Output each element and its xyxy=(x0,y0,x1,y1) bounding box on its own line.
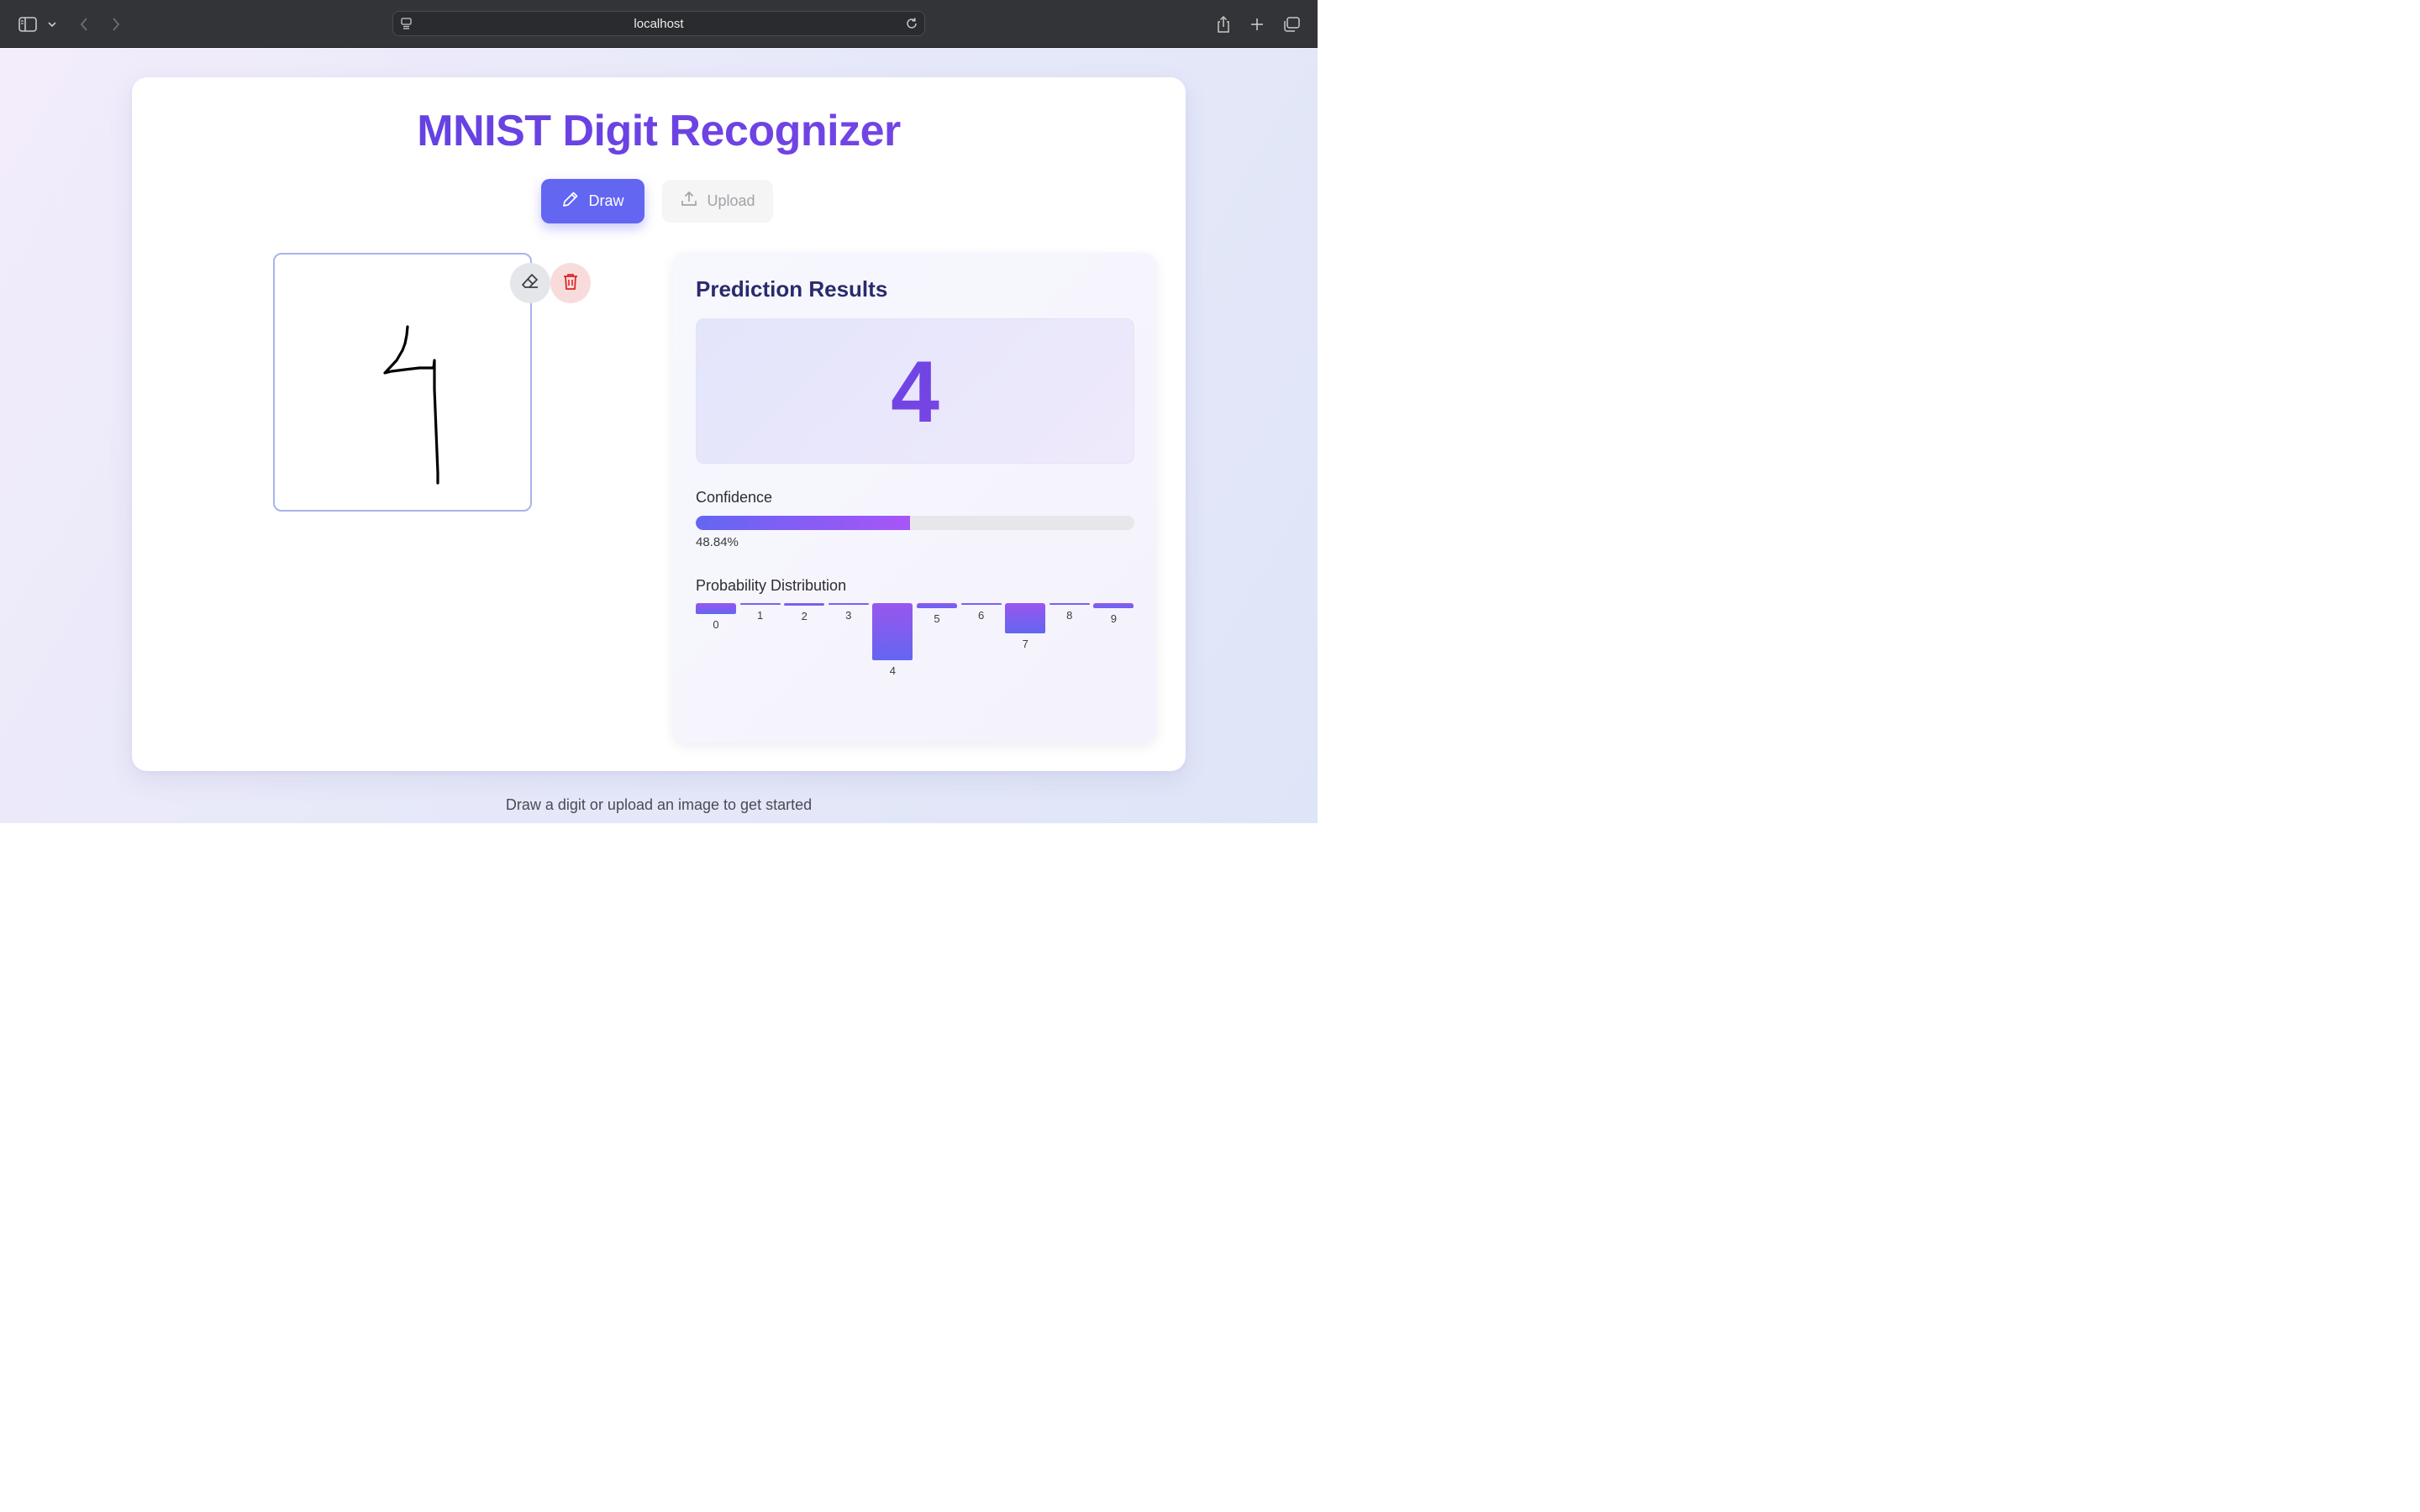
probability-bar-label-3: 3 xyxy=(845,608,852,622)
confidence-bar xyxy=(696,516,1134,530)
draw-mode-button[interactable]: Draw xyxy=(541,179,644,223)
distribution-label: Probability Distribution xyxy=(696,577,847,594)
confidence-bar-fill xyxy=(696,516,910,530)
page-title: MNIST Digit Recognizer xyxy=(0,106,1318,156)
pencil-icon xyxy=(561,190,580,213)
trash-icon xyxy=(561,272,580,295)
draw-mode-label: Draw xyxy=(588,192,624,209)
drawn-stroke xyxy=(383,325,439,485)
address-text: localhost xyxy=(634,16,684,31)
tab-overview-icon[interactable] xyxy=(1281,13,1302,35)
predicted-digit: 4 xyxy=(696,346,1134,438)
reload-icon[interactable] xyxy=(904,16,919,34)
eraser-icon xyxy=(520,271,540,296)
probability-bar-label-9: 9 xyxy=(1110,612,1117,625)
confidence-label: Confidence xyxy=(696,489,773,506)
probability-bar-label-5: 5 xyxy=(934,612,940,625)
clear-canvas-button[interactable] xyxy=(550,263,591,303)
probability-bar-6 xyxy=(960,603,1002,606)
drawing-canvas[interactable] xyxy=(273,253,532,512)
page: localhost MNIST Digit Recognizer Draw Up… xyxy=(0,0,1318,823)
probability-bar-label-0: 0 xyxy=(713,617,719,631)
probability-bar-label-2: 2 xyxy=(801,609,808,622)
upload-mode-button[interactable]: Upload xyxy=(662,180,773,223)
eraser-button[interactable] xyxy=(510,263,550,303)
probability-bar-7 xyxy=(1005,603,1046,633)
probability-bar-1 xyxy=(739,603,781,605)
browser-toolbar: localhost xyxy=(0,0,1318,48)
probability-bar-label-6: 6 xyxy=(977,609,985,622)
forward-icon[interactable] xyxy=(105,13,127,35)
probability-bar-9 xyxy=(1093,603,1134,608)
probability-bar-label-4: 4 xyxy=(889,664,896,677)
probability-bar-2 xyxy=(784,603,825,606)
new-tab-icon[interactable] xyxy=(1246,13,1268,35)
footer-hint: Draw a digit or upload an image to get s… xyxy=(505,796,813,813)
page-menu-icon[interactable] xyxy=(400,17,413,34)
probability-bar-3 xyxy=(828,603,869,605)
probability-bar-0 xyxy=(696,603,736,614)
probability-bar-label-7: 7 xyxy=(1022,637,1028,650)
probability-bar-label-1: 1 xyxy=(756,608,764,622)
probability-bar-label-8: 8 xyxy=(1066,608,1073,622)
probability-bar-5 xyxy=(917,603,957,608)
probability-chart: 0 1 2 3 4 5 6 7 8 9 xyxy=(696,603,1134,687)
address-bar[interactable]: localhost xyxy=(392,11,925,36)
chevron-down-icon[interactable] xyxy=(44,13,60,35)
confidence-value: 48.84% xyxy=(696,535,739,549)
sidebar-toggle-icon[interactable] xyxy=(17,13,39,35)
upload-icon xyxy=(680,190,698,213)
upload-mode-label: Upload xyxy=(707,192,755,209)
share-icon[interactable] xyxy=(1213,13,1234,35)
back-icon[interactable] xyxy=(73,13,95,35)
probability-bar-8 xyxy=(1049,603,1090,605)
probability-bar-4 xyxy=(872,603,913,660)
results-title: Prediction Results xyxy=(696,276,888,302)
